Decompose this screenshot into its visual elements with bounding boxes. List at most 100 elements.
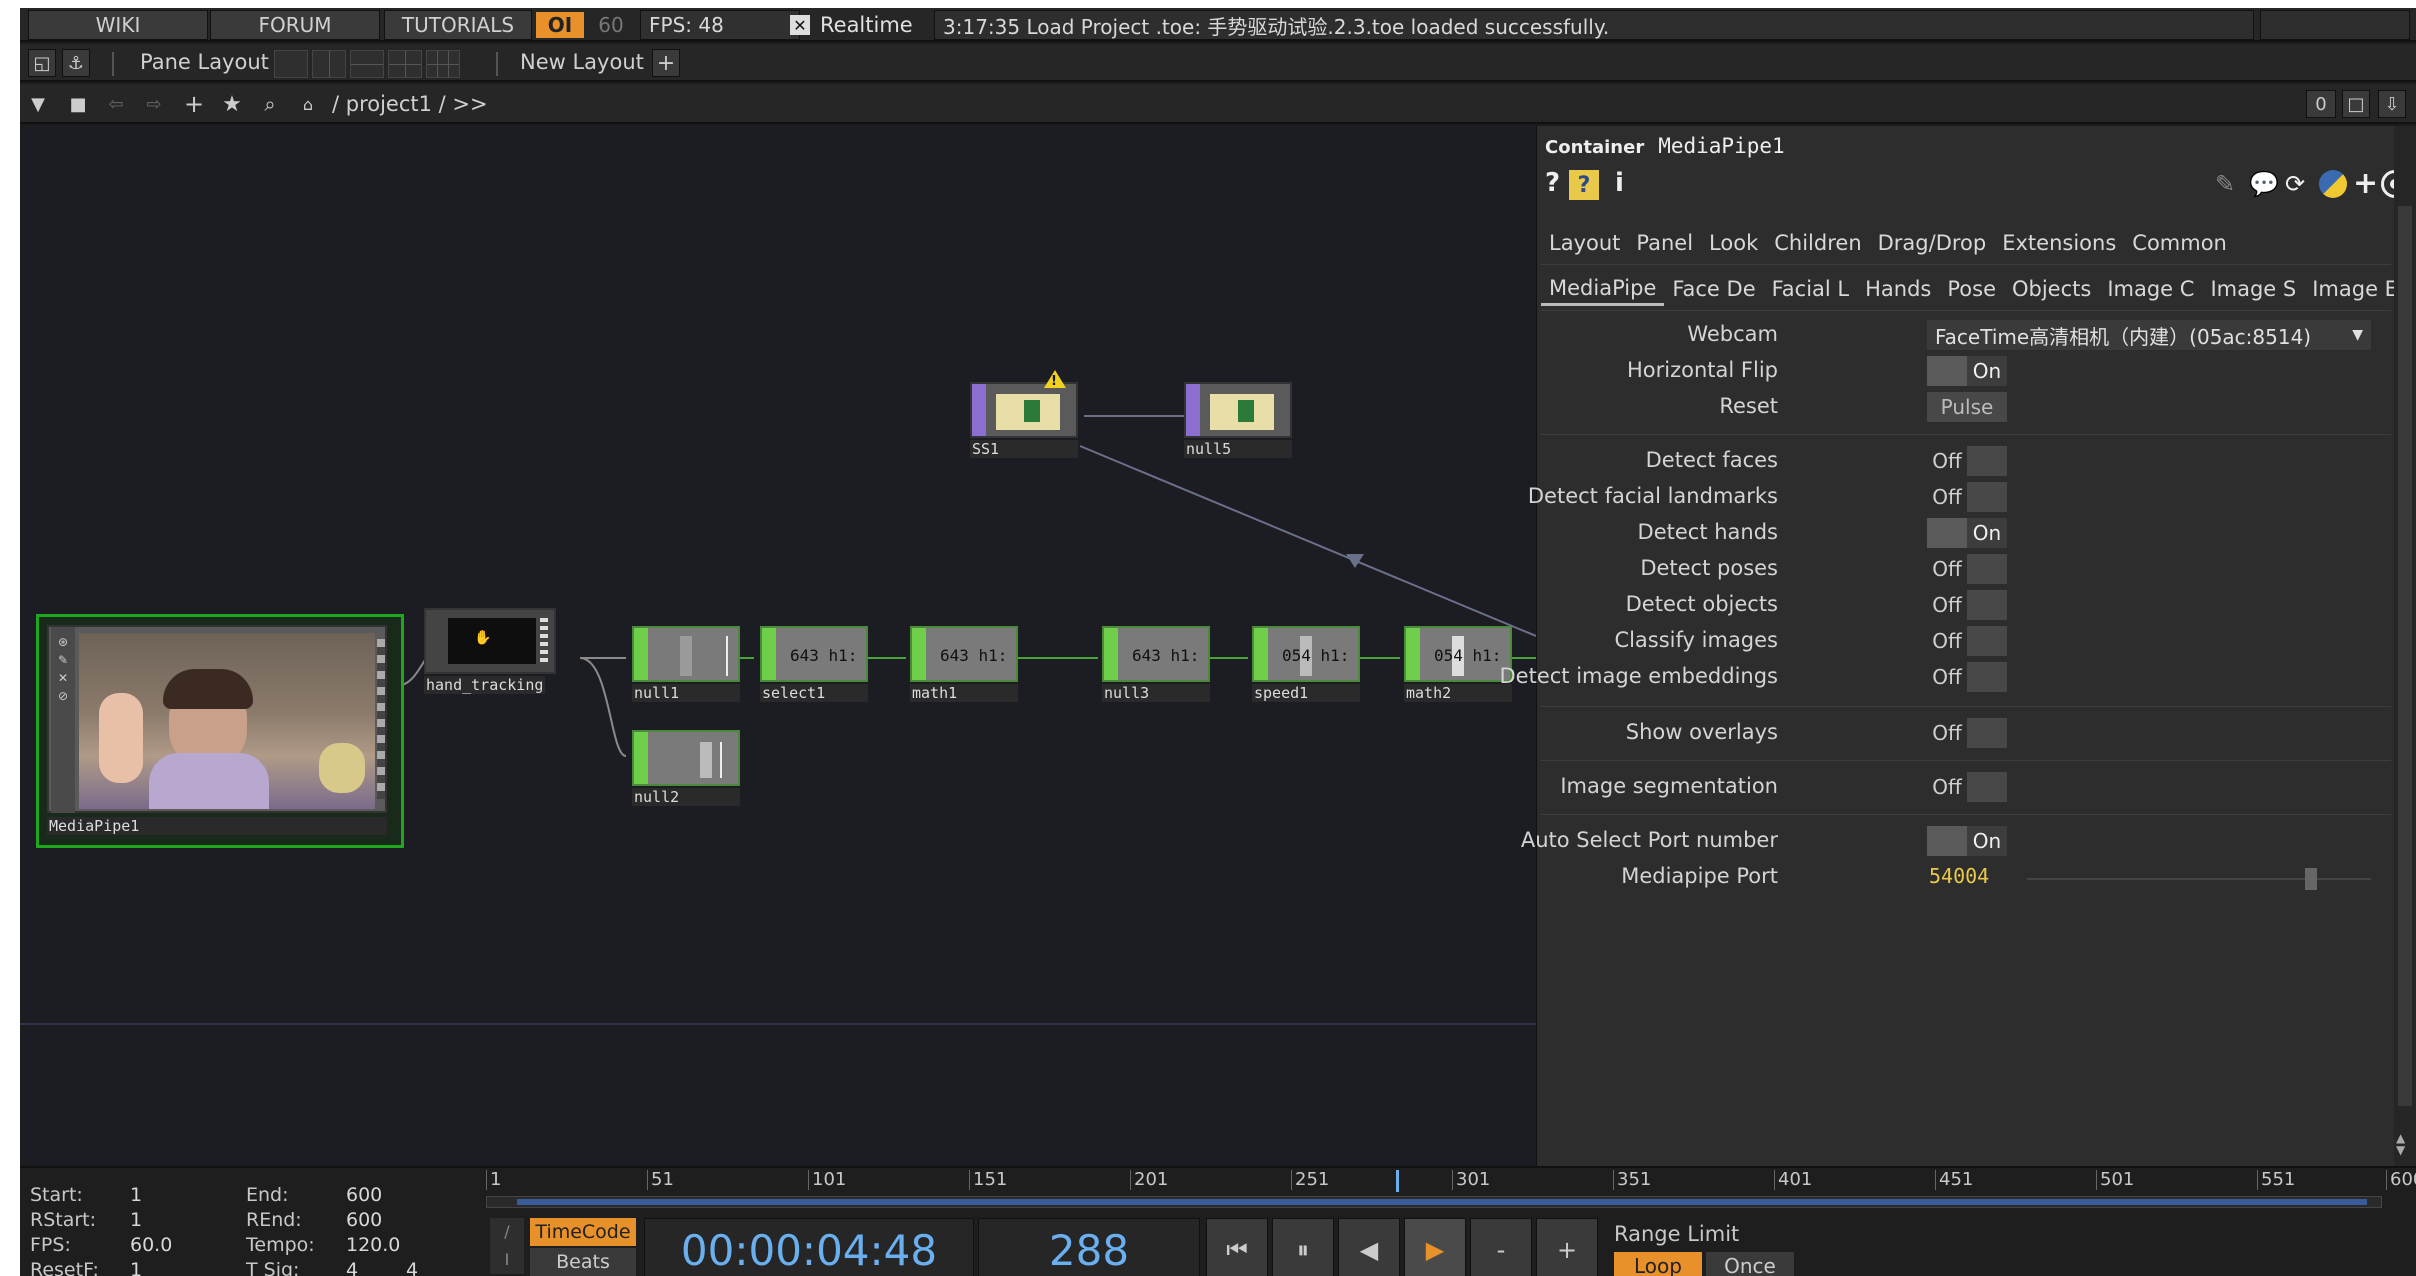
reset-params-icon[interactable]: ⟳ — [2285, 170, 2305, 198]
layout-split-vertical-button[interactable] — [312, 50, 346, 78]
tab-pose[interactable]: Pose — [1939, 272, 2004, 306]
detect-faces-toggle[interactable]: Off — [1927, 446, 2007, 476]
home-icon[interactable]: ⌂ — [294, 90, 322, 118]
select1-node[interactable]: 643 h1: — [760, 626, 868, 682]
show-overlays-toggle[interactable]: Off — [1927, 718, 2007, 748]
tempo-value[interactable]: 120.0 — [346, 1234, 400, 1256]
timecode-display[interactable]: 00:00:04:48 — [644, 1218, 974, 1276]
tab-face-detection[interactable]: Face De — [1664, 272, 1763, 306]
add-node-icon[interactable]: + — [180, 90, 208, 118]
mediapipe-node[interactable]: ⊛ ✎ ✕ ⊘ MediaPipe1 — [36, 614, 404, 848]
reset-pulse-button[interactable]: Pulse — [1927, 392, 2007, 422]
forward-arrow-icon[interactable]: ⇨ — [140, 90, 168, 118]
tab-layout[interactable]: Layout — [1541, 226, 1628, 260]
speed1-node[interactable]: 054 h1: — [1252, 626, 1360, 682]
tab-hands[interactable]: Hands — [1857, 272, 1939, 306]
layout-split-horizontal-button[interactable] — [350, 50, 384, 78]
hand-tracking-node[interactable]: ✋ — [424, 608, 556, 674]
play-forward-icon[interactable]: ▶ — [1404, 1218, 1466, 1276]
null5-node[interactable] — [1184, 382, 1292, 438]
classify-images-toggle[interactable]: Off — [1927, 626, 2007, 656]
pause-icon[interactable]: ⏸ — [1272, 1218, 1334, 1276]
rstart-value[interactable]: 1 — [130, 1209, 142, 1231]
expand-pane-icon[interactable]: ◱ — [28, 49, 56, 77]
tab-objects[interactable]: Objects — [2004, 272, 2099, 306]
add-layout-button[interactable]: + — [652, 49, 680, 77]
slower-button[interactable]: - — [1470, 1218, 1532, 1276]
anchor-icon[interactable]: ⚓ — [62, 49, 90, 77]
timeline-range-bar[interactable] — [486, 1196, 2382, 1208]
auto-select-port-toggle[interactable]: On — [1927, 826, 2007, 856]
webcam-select[interactable]: FaceTime高清相机（内建）(05ac:8514) ▼ — [1927, 320, 2371, 350]
detect-facial-landmarks-toggle[interactable]: Off — [1927, 482, 2007, 512]
bookmark-star-icon[interactable]: ★ — [218, 90, 246, 118]
realtime-checkbox[interactable]: ✕ — [790, 15, 810, 35]
beats-button[interactable]: Beats — [530, 1248, 636, 1276]
tsig-denominator[interactable]: 4 — [406, 1259, 418, 1276]
start-value[interactable]: 1 — [130, 1184, 142, 1206]
tab-look[interactable]: Look — [1701, 226, 1766, 260]
resetf-value[interactable]: 1 — [130, 1259, 142, 1276]
wiki-button[interactable]: WIKI — [28, 10, 208, 40]
rewind-to-start-icon[interactable]: ⏮ — [1206, 1218, 1268, 1276]
tab-panel[interactable]: Panel — [1628, 226, 1701, 260]
tsig-numerator[interactable]: 4 — [346, 1259, 358, 1276]
once-button[interactable]: Once — [1706, 1252, 1794, 1276]
null1-node[interactable] — [632, 626, 740, 682]
layout-single-button[interactable] — [274, 50, 308, 78]
fps-value[interactable]: 60.0 — [130, 1234, 172, 1256]
tab-image-embeddings[interactable]: Image E — [2304, 272, 2406, 306]
horizontal-flip-toggle[interactable]: On — [1927, 356, 2007, 386]
end-value[interactable]: 600 — [346, 1184, 382, 1206]
tab-mediapipe[interactable]: MediaPipe — [1541, 272, 1665, 306]
tab-extensions[interactable]: Extensions — [1994, 226, 2124, 260]
network-editor[interactable]: ⊛ ✎ ✕ ⊘ MediaPipe1 ✋ hand_tracking ! SS1… — [20, 126, 1536, 1166]
chevron-down-icon[interactable]: ▼ — [24, 90, 52, 118]
timeline-ruler[interactable]: 151101151201251301351401451501551600 — [486, 1168, 2416, 1196]
tab-image-classification[interactable]: Image C — [2099, 272, 2202, 306]
timeline-range-fill[interactable] — [517, 1199, 2367, 1205]
detect-hands-toggle[interactable]: On — [1927, 518, 2007, 548]
network-path[interactable]: / project1 / >> — [332, 92, 488, 116]
tab-drag-drop[interactable]: Drag/Drop — [1870, 226, 1995, 260]
oi-toggle-button[interactable]: OI — [536, 12, 584, 38]
back-arrow-icon[interactable]: ⇦ — [102, 90, 130, 118]
port-slider-handle[interactable] — [2305, 868, 2317, 890]
rend-value[interactable]: 600 — [346, 1209, 382, 1231]
playhead-marker[interactable] — [1396, 1170, 1400, 1192]
edit-pencil-icon[interactable]: ✎ — [2215, 170, 2235, 198]
forum-button[interactable]: FORUM — [210, 10, 380, 40]
detect-image-embeddings-toggle[interactable]: Off — [1927, 662, 2007, 692]
detect-objects-toggle[interactable]: Off — [1927, 590, 2007, 620]
detect-poses-toggle[interactable]: Off — [1927, 554, 2007, 584]
step-back-icon[interactable]: ◀ — [1338, 1218, 1400, 1276]
image-segmentation-toggle[interactable]: Off — [1927, 772, 2007, 802]
parameter-scrollbar[interactable]: ▲ ▼ — [2394, 126, 2416, 1166]
null3-node[interactable]: 643 h1: — [1102, 626, 1210, 682]
add-parameter-icon[interactable]: + — [2353, 166, 2378, 201]
port-slider-track[interactable] — [2027, 878, 2371, 880]
help-icon[interactable]: ? — [1545, 168, 1560, 198]
scroll-arrows-icon[interactable]: ▲ ▼ — [2396, 1132, 2405, 1156]
null2-node[interactable] — [632, 730, 740, 786]
faster-button[interactable]: + — [1536, 1218, 1598, 1276]
search-icon[interactable]: ⌕ — [256, 90, 284, 118]
timecode-mode-selector[interactable]: / I — [490, 1218, 524, 1274]
mediapipe-port-field[interactable]: 54004 — [1929, 864, 1989, 888]
tab-facial-landmarks[interactable]: Facial L — [1764, 272, 1857, 306]
frame-display[interactable]: 288 — [978, 1218, 1200, 1276]
timecode-button[interactable]: TimeCode — [530, 1218, 636, 1246]
info-icon[interactable]: i — [1615, 168, 1624, 198]
math2-node[interactable]: 054 h1: — [1404, 626, 1512, 682]
loop-button[interactable]: Loop — [1614, 1252, 1702, 1276]
tutorials-button[interactable]: TUTORIALS — [384, 10, 532, 40]
tab-image-segmentation[interactable]: Image S — [2202, 272, 2304, 306]
layout-three-button[interactable] — [388, 50, 422, 78]
realtime-toggle[interactable]: ✕ Realtime — [790, 10, 930, 40]
operator-name[interactable]: MediaPipe1 — [1658, 134, 1784, 158]
tab-common[interactable]: Common — [2124, 226, 2235, 260]
download-icon[interactable]: ⇩ — [2378, 90, 2406, 118]
comment-icon[interactable]: 💬 — [2249, 170, 2279, 198]
tab-children[interactable]: Children — [1766, 226, 1869, 260]
python-icon[interactable] — [2319, 170, 2347, 198]
